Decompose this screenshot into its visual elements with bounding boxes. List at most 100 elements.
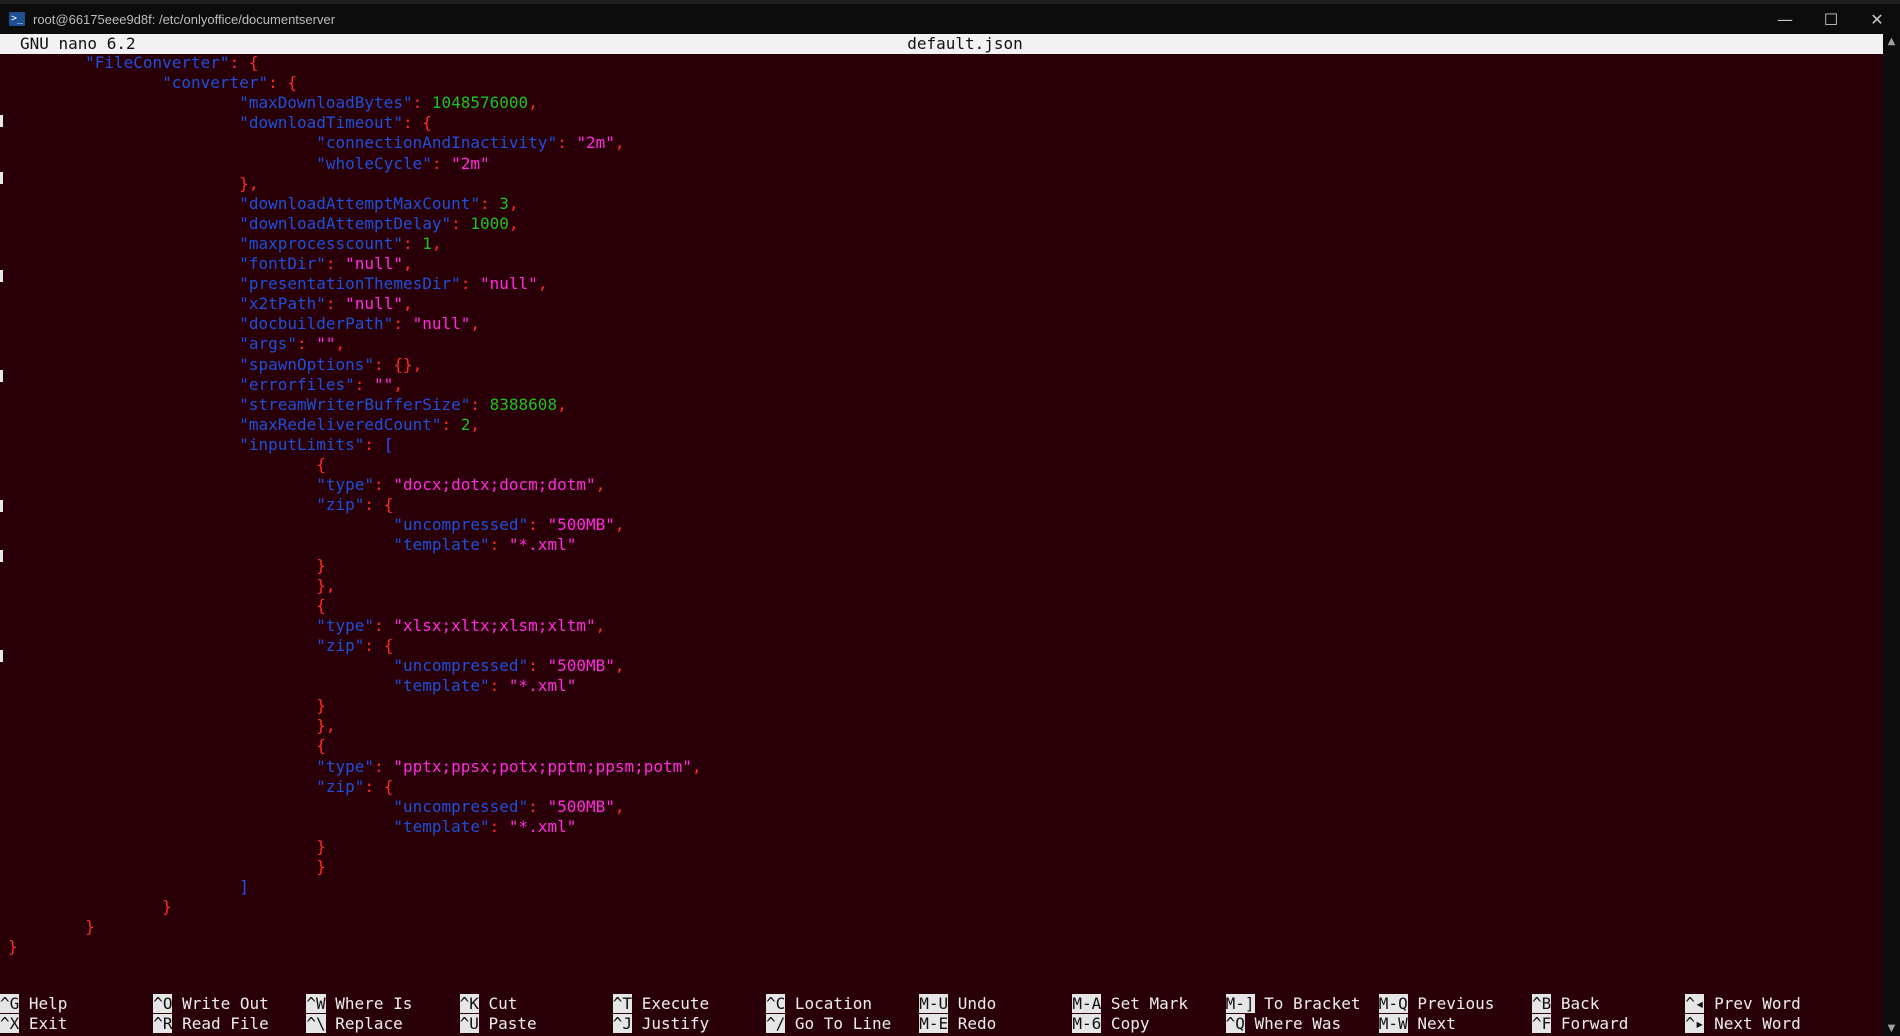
shortcut-to-bracket[interactable]: M-] To Bracket bbox=[1225, 994, 1360, 1014]
code-line: }, bbox=[8, 575, 336, 596]
shortcut-next[interactable]: M-W Next bbox=[1378, 1014, 1456, 1034]
code-token: "null" bbox=[412, 314, 471, 334]
shortcut-cut[interactable]: ^K Cut bbox=[459, 994, 518, 1014]
scroll-down-icon[interactable]: ▼ bbox=[1883, 1023, 1900, 1034]
code-token: : bbox=[402, 233, 423, 253]
close-button[interactable]: ✕ bbox=[1854, 4, 1900, 34]
code-token: "maxprocesscount" bbox=[8, 233, 403, 253]
shortcut-previous[interactable]: M-Q Previous bbox=[1378, 994, 1495, 1014]
shortcut-label: Next Word bbox=[1704, 1014, 1801, 1033]
code-token: , bbox=[402, 294, 413, 314]
code-token: : { bbox=[364, 635, 394, 655]
shortcut-key: M-A bbox=[1072, 994, 1102, 1013]
code-line: "args": "", bbox=[8, 334, 345, 354]
shortcut-undo[interactable]: M-U Undo bbox=[919, 994, 996, 1014]
code-token: "xlsx;xltx;xlsm;xltm" bbox=[393, 615, 596, 635]
code-token: "" bbox=[374, 374, 394, 394]
shortcut-go-to-line[interactable]: ^/ Go To Line bbox=[766, 1014, 891, 1034]
shortcut-set-mark[interactable]: M-A Set Mark bbox=[1072, 994, 1188, 1014]
code-line: { bbox=[8, 596, 326, 616]
code-token: : bbox=[325, 294, 346, 314]
code-line: "template": "*.xml" bbox=[8, 676, 576, 696]
code-token: "type" bbox=[8, 615, 375, 635]
scroll-up-icon[interactable]: ▲ bbox=[1883, 36, 1900, 47]
code-line: "type": "pptx;ppsx;potx;pptm;ppsm;potm", bbox=[8, 756, 702, 777]
code-token: "null" bbox=[480, 274, 538, 294]
code-token: "maxRedeliveredCount" bbox=[8, 414, 442, 434]
shortcut-label: Previous bbox=[1407, 994, 1495, 1013]
code-token: "500MB" bbox=[547, 656, 615, 675]
code-token: "uncompressed" bbox=[8, 515, 529, 535]
code-token: : bbox=[374, 475, 394, 495]
code-line: "streamWriterBufferSize": 8388608, bbox=[8, 395, 567, 415]
vertical-scrollbar[interactable]: ▲ ▼ bbox=[1883, 34, 1900, 1036]
code-token: : bbox=[489, 535, 509, 555]
minimize-button[interactable]: — bbox=[1762, 4, 1808, 34]
shortcut-copy[interactable]: M-6 Copy bbox=[1072, 1014, 1149, 1034]
shortcut-key: ^C bbox=[766, 994, 786, 1013]
shortcut-replace[interactable]: ^\ Replace bbox=[306, 1014, 403, 1034]
code-token: "converter" bbox=[8, 73, 269, 93]
shortcut-label: Next bbox=[1407, 1014, 1456, 1033]
code-token: , bbox=[614, 656, 625, 675]
shortcut-justify[interactable]: ^J Justify bbox=[612, 1014, 709, 1034]
shortcut-label: Undo bbox=[948, 994, 997, 1013]
code-token: , bbox=[335, 334, 346, 354]
code-line: }, bbox=[8, 174, 258, 194]
code-token: ] bbox=[8, 877, 249, 897]
text-editor-area[interactable]: "FileConverter": { "converter": { "maxDo… bbox=[0, 53, 1883, 999]
code-token: "downloadAttemptMaxCount" bbox=[8, 193, 481, 213]
shortcut-where-is[interactable]: ^W Where Is bbox=[306, 994, 412, 1014]
shortcut-key: M-U bbox=[919, 994, 949, 1013]
shortcut-label: Prev Word bbox=[1704, 994, 1801, 1013]
shortcut-execute[interactable]: ^T Execute bbox=[612, 994, 709, 1014]
code-token: "args" bbox=[8, 334, 297, 354]
code-token: }, bbox=[8, 575, 336, 595]
maximize-button[interactable]: ☐ bbox=[1808, 4, 1854, 34]
shortcut-label: Paste bbox=[478, 1014, 537, 1033]
shortcut-label: Help bbox=[19, 994, 68, 1013]
shortcut-key: ^O bbox=[153, 994, 173, 1013]
code-token: "docx;dotx;docm;dotm" bbox=[393, 475, 596, 495]
code-token: { bbox=[8, 736, 326, 756]
code-line: "presentationThemesDir": "null", bbox=[8, 274, 547, 294]
code-line: "x2tPath": "null", bbox=[8, 294, 413, 314]
shortcut-write-out[interactable]: ^O Write Out bbox=[153, 994, 269, 1014]
shortcut-location[interactable]: ^C Location bbox=[766, 994, 872, 1014]
shortcut-label: Location bbox=[785, 994, 872, 1013]
code-token: : bbox=[325, 254, 346, 273]
code-token: : { bbox=[229, 53, 259, 72]
code-token: "template" bbox=[8, 816, 490, 836]
code-token: : bbox=[374, 756, 394, 776]
code-token: "errorfiles" bbox=[8, 374, 355, 394]
code-token: "streamWriterBufferSize" bbox=[8, 394, 471, 414]
shortcut-key: ^U bbox=[459, 1014, 479, 1033]
code-line: { bbox=[8, 736, 326, 756]
code-line: "downloadAttemptDelay": 1000, bbox=[8, 213, 518, 234]
code-token: , bbox=[691, 756, 702, 776]
shortcut-exit[interactable]: ^X Exit bbox=[0, 1014, 67, 1034]
shortcut-back[interactable]: ^B Back bbox=[1532, 994, 1599, 1014]
shortcut-label: Cut bbox=[478, 994, 518, 1013]
code-token: "" bbox=[316, 334, 336, 354]
shortcut-paste[interactable]: ^U Paste bbox=[459, 1014, 537, 1034]
shortcut-redo[interactable]: M-E Redo bbox=[919, 1014, 996, 1034]
shortcut-label: Forward bbox=[1551, 1014, 1629, 1033]
shortcut-help[interactable]: ^G Help bbox=[0, 994, 67, 1014]
shortcut-forward[interactable]: ^F Forward bbox=[1532, 1014, 1628, 1034]
shortcut-prev-word[interactable]: ^◂ Prev Word bbox=[1685, 994, 1801, 1014]
code-token: , bbox=[393, 374, 403, 394]
shortcut-where-was[interactable]: ^Q Where Was bbox=[1225, 1014, 1341, 1034]
shortcut-read-file[interactable]: ^R Read File bbox=[153, 1014, 269, 1034]
code-token: 1000 bbox=[470, 213, 509, 233]
code-token: 2 bbox=[460, 414, 471, 434]
shortcut-key: ^F bbox=[1532, 1014, 1552, 1033]
shortcut-key: M-Q bbox=[1378, 994, 1408, 1013]
code-token: "presentationThemesDir" bbox=[8, 274, 461, 294]
code-token: "null" bbox=[345, 294, 403, 314]
code-line: } bbox=[8, 857, 326, 877]
code-token: , bbox=[595, 615, 606, 635]
code-token: 3 bbox=[499, 193, 509, 213]
code-line: "errorfiles": "", bbox=[8, 375, 403, 395]
shortcut-next-word[interactable]: ^▸ Next Word bbox=[1685, 1014, 1801, 1034]
